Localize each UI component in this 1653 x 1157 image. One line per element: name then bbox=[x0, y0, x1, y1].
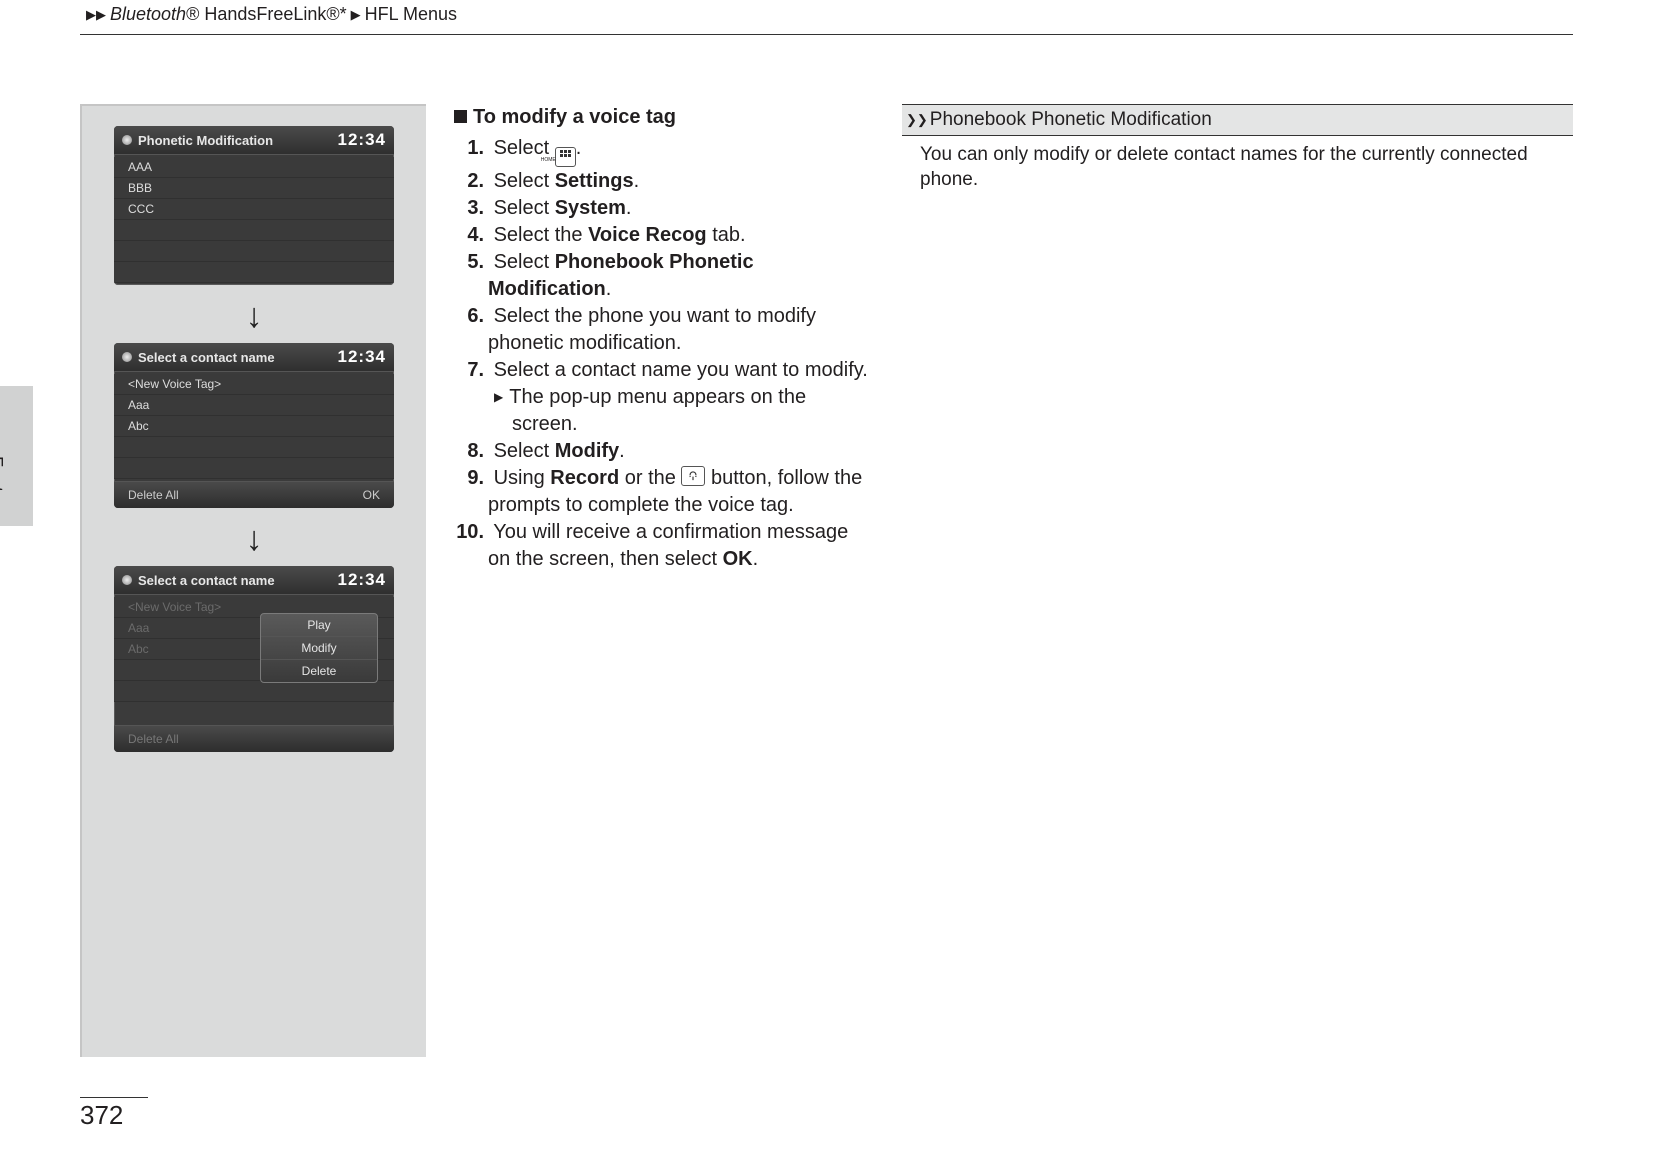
screen-title: Select a contact name bbox=[138, 350, 275, 365]
breadcrumb-seg1b: ® HandsFreeLink®* bbox=[186, 4, 347, 24]
screenshot-column: Phonetic Modification 12:34 AAA BBB CCC … bbox=[80, 104, 426, 1057]
note-column: ❯❯Phonebook Phonetic Modification You ca… bbox=[902, 104, 1573, 1057]
talk-icon bbox=[681, 466, 705, 486]
popup-delete: Delete bbox=[261, 660, 377, 682]
screen-contact-popup: Select a contact name 12:34 <New Voice T… bbox=[114, 566, 394, 752]
note-body: You can only modify or delete contact na… bbox=[902, 136, 1573, 193]
divider bbox=[80, 34, 1573, 35]
step: Select Phonebook Phonetic Modification. bbox=[454, 249, 874, 303]
list-item: AAA bbox=[114, 157, 394, 178]
step: You will receive a confirmation message … bbox=[454, 519, 874, 573]
breadcrumb-seg1a: Bluetooth bbox=[110, 4, 186, 24]
breadcrumb-seg2: HFL Menus bbox=[365, 4, 457, 25]
list-item bbox=[114, 437, 394, 458]
clock: 12:34 bbox=[338, 347, 386, 367]
arrow-down-icon: ↓ bbox=[246, 299, 263, 333]
list-item bbox=[114, 458, 394, 479]
delete-all-button: Delete All bbox=[128, 488, 179, 502]
instructions-column: To modify a voice tag Select HOME. Selec… bbox=[454, 104, 874, 1057]
popup-play: Play bbox=[261, 614, 377, 637]
double-chevron-icon: ❯❯ bbox=[906, 112, 928, 127]
section-title: To modify a voice tag bbox=[473, 106, 676, 128]
square-bullet-icon bbox=[454, 110, 467, 123]
screen-title: Phonetic Modification bbox=[138, 133, 273, 148]
arrow-down-icon: ↓ bbox=[246, 522, 263, 556]
chevron-right-icon: ▶▶ bbox=[86, 7, 106, 23]
home-icon: HOME bbox=[555, 147, 576, 167]
step: Select HOME. bbox=[454, 135, 874, 168]
clock: 12:34 bbox=[338, 570, 386, 590]
list-item: BBB bbox=[114, 178, 394, 199]
clock: 12:34 bbox=[338, 130, 386, 150]
ok-button: OK bbox=[363, 488, 380, 502]
step: Select System. bbox=[454, 195, 874, 222]
popup-modify: Modify bbox=[261, 637, 377, 660]
step: Select Modify. bbox=[454, 438, 874, 465]
list-item: Aaa bbox=[114, 395, 394, 416]
step: Select a contact name you want to modify… bbox=[454, 357, 874, 438]
section-tab: Features bbox=[0, 386, 33, 526]
back-icon bbox=[122, 352, 132, 362]
note-title: Phonebook Phonetic Modification bbox=[930, 109, 1212, 130]
step: Select the phone you want to modify phon… bbox=[454, 303, 874, 357]
list-item bbox=[114, 262, 394, 283]
step: Select the Voice Recog tab. bbox=[454, 222, 874, 249]
list-item bbox=[114, 681, 394, 702]
breadcrumb: ▶▶ Bluetooth® HandsFreeLink®* ▶ HFL Menu… bbox=[86, 4, 457, 25]
list-item: <New Voice Tag> bbox=[114, 374, 394, 395]
screen-select-contact: Select a contact name 12:34 <New Voice T… bbox=[114, 343, 394, 508]
screen-title: Select a contact name bbox=[138, 573, 275, 588]
list-item: CCC bbox=[114, 199, 394, 220]
page-number: 372 bbox=[80, 1097, 148, 1131]
section-heading: To modify a voice tag bbox=[454, 104, 874, 131]
step: Select Settings. bbox=[454, 168, 874, 195]
steps-list: Select HOME. Select Settings. Select Sys… bbox=[454, 135, 874, 573]
list-item: Abc bbox=[114, 416, 394, 437]
step: Using Record or the button, follow the p… bbox=[454, 465, 874, 519]
note-heading: ❯❯Phonebook Phonetic Modification bbox=[902, 104, 1573, 136]
section-tab-label: Features bbox=[0, 456, 6, 527]
list-item bbox=[114, 241, 394, 262]
back-icon bbox=[122, 575, 132, 585]
popup-menu: Play Modify Delete bbox=[260, 613, 378, 683]
back-icon bbox=[122, 135, 132, 145]
list-item bbox=[114, 220, 394, 241]
delete-all-button: Delete All bbox=[128, 732, 179, 746]
step-sub: The pop-up menu appears on the screen. bbox=[488, 384, 874, 438]
screen-phonetic-modification: Phonetic Modification 12:34 AAA BBB CCC bbox=[114, 126, 394, 285]
chevron-right-icon: ▶ bbox=[351, 7, 361, 23]
